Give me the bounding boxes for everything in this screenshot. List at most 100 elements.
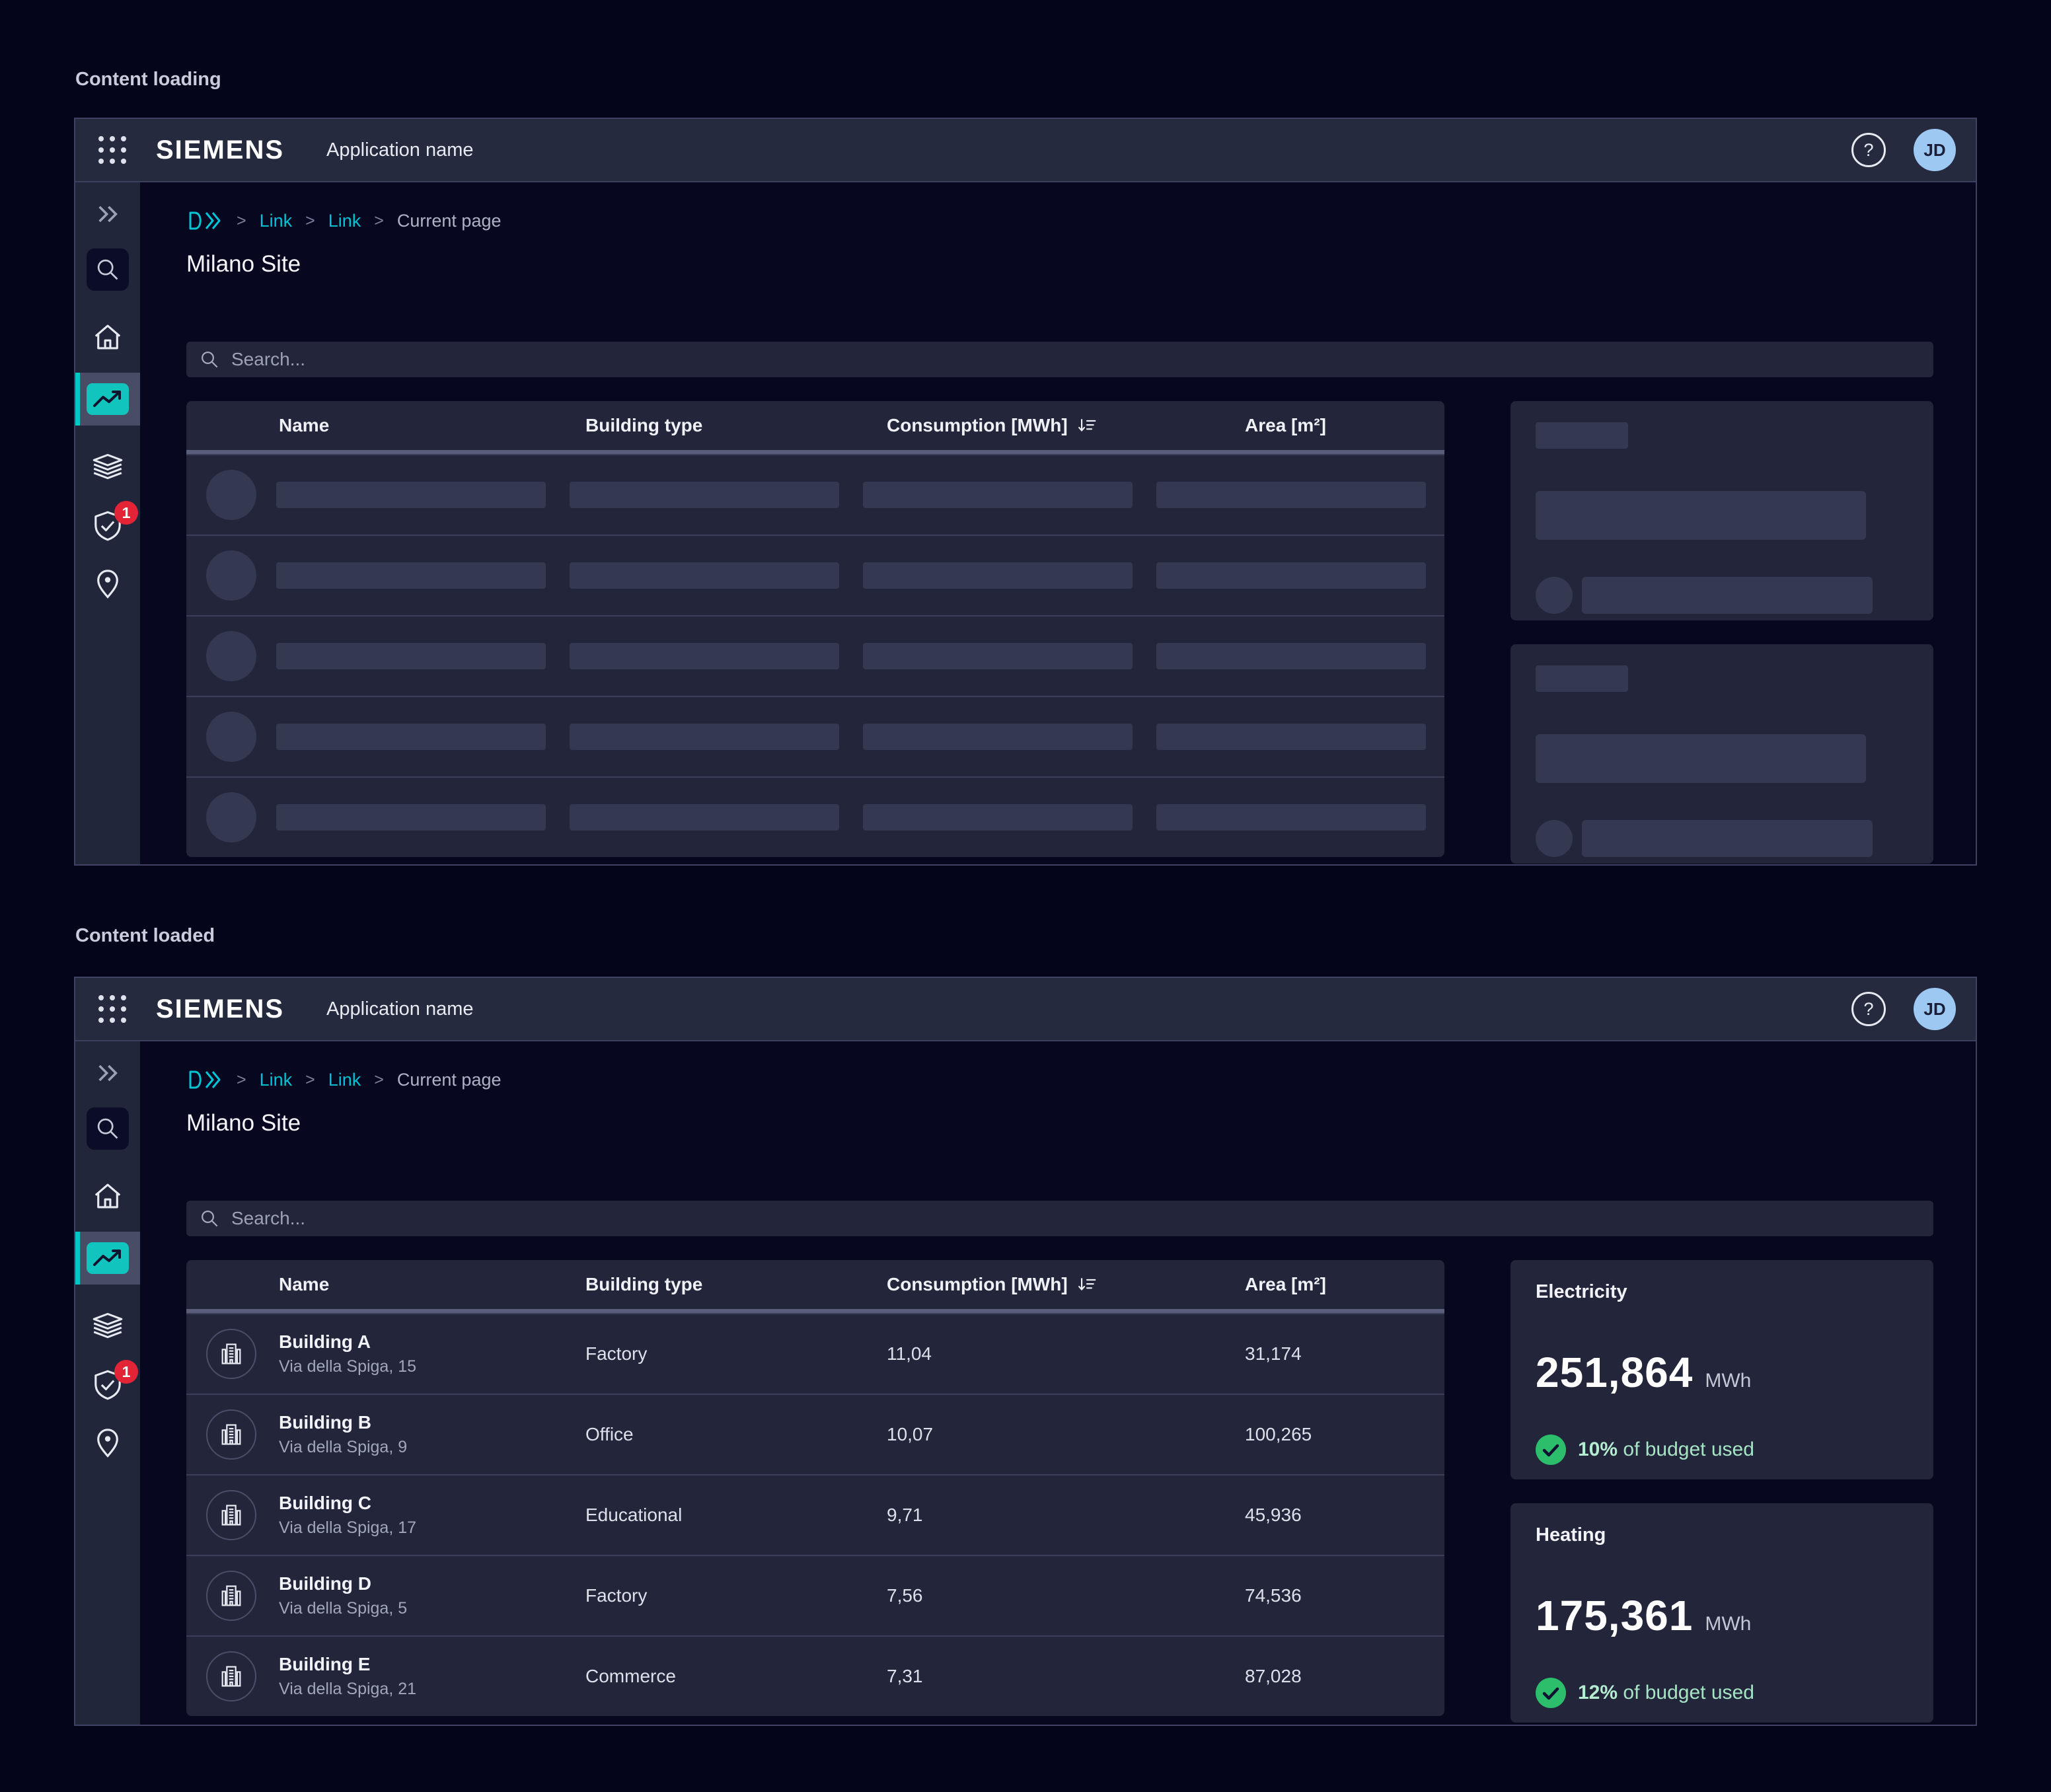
budget-status: 12% of budget used	[1578, 1682, 1754, 1704]
app-switcher-icon[interactable]	[98, 994, 127, 1024]
sidebar-item-analytics[interactable]	[75, 1232, 140, 1285]
sidebar: 1	[75, 182, 140, 864]
sidebar-item-search[interactable]	[87, 248, 129, 291]
electricity-value: 251,864	[1536, 1347, 1693, 1398]
notification-badge: 1	[114, 1360, 138, 1384]
building-name: Building D	[279, 1573, 585, 1594]
help-icon[interactable]: ?	[1851, 992, 1886, 1026]
section-label-loading: Content loading	[75, 69, 221, 91]
window-loading: SIEMENS Application name ? JD	[74, 118, 1977, 866]
building-name: Building A	[279, 1331, 585, 1353]
building-icon	[206, 1409, 256, 1460]
consumption-value: 11,04	[887, 1343, 1245, 1364]
building-type: Commerce	[585, 1666, 887, 1687]
consumption-value: 10,07	[887, 1424, 1245, 1445]
app-switcher-icon[interactable]	[98, 135, 127, 165]
building-address: Via della Spiga, 17	[279, 1518, 585, 1538]
breadcrumb-link[interactable]: Link	[260, 211, 293, 231]
sidebar-collapse-icon[interactable]	[93, 1059, 122, 1088]
breadcrumb-current: Current page	[397, 1070, 502, 1090]
building-type: Office	[585, 1424, 887, 1445]
table-header-row: Name Building type Consumption [MWh] Are…	[186, 401, 1444, 450]
buildings-table: Name Building type Consumption [MWh] Are…	[186, 1260, 1444, 1716]
sidebar-item-layers[interactable]	[91, 451, 125, 485]
skeleton-card	[1510, 401, 1933, 620]
sidebar-item-home[interactable]	[91, 1179, 125, 1213]
column-header-type: Building type	[585, 1274, 887, 1295]
building-type: Educational	[585, 1505, 887, 1526]
sidebar-item-analytics[interactable]	[75, 373, 140, 426]
search-input[interactable]	[230, 1207, 1920, 1230]
table-row[interactable]: Building DVia della Spiga, 5 Factory 7,5…	[186, 1555, 1444, 1635]
heating-card: Heating 175,361 MWh 12% of budget used	[1510, 1503, 1933, 1723]
skeleton-row	[186, 696, 1444, 776]
location-pin-icon	[91, 567, 125, 601]
area-value: 87,028	[1245, 1666, 1444, 1687]
breadcrumb-root-icon[interactable]	[186, 1068, 223, 1091]
electricity-card: Electricity 251,864 MWh 10% of budget us…	[1510, 1260, 1933, 1479]
building-icon	[206, 1571, 256, 1621]
table-row[interactable]: Building AVia della Spiga, 15 Factory 11…	[186, 1313, 1444, 1394]
area-value: 100,265	[1245, 1424, 1444, 1445]
heating-value: 175,361	[1536, 1590, 1693, 1641]
sidebar-item-search[interactable]	[87, 1107, 129, 1150]
breadcrumb-root-icon[interactable]	[186, 209, 223, 232]
consumption-value: 9,71	[887, 1505, 1245, 1526]
breadcrumb-link[interactable]: Link	[328, 211, 361, 231]
building-icon	[206, 1329, 256, 1379]
column-header-area: Area [m²]	[1245, 415, 1444, 436]
building-address: Via della Spiga, 5	[279, 1599, 585, 1618]
card-title: Electricity	[1536, 1281, 1908, 1305]
breadcrumb: > Link > Link > Current page	[186, 209, 1933, 233]
breadcrumb-link[interactable]: Link	[328, 1070, 361, 1090]
table-header-row: Name Building type Consumption [MWh] Are…	[186, 1260, 1444, 1309]
breadcrumb-separator: >	[237, 1070, 246, 1090]
budget-status: 10% of budget used	[1578, 1438, 1754, 1461]
sidebar-item-security[interactable]: 1	[91, 509, 125, 543]
notification-badge: 1	[114, 501, 138, 525]
column-header-consumption[interactable]: Consumption [MWh]	[887, 415, 1245, 436]
sidebar-item-locations[interactable]	[91, 567, 125, 601]
area-value: 45,936	[1245, 1505, 1444, 1526]
search-input[interactable]	[230, 348, 1920, 371]
sidebar-item-locations[interactable]	[91, 1426, 125, 1460]
building-icon	[206, 1490, 256, 1540]
search-icon	[94, 256, 121, 283]
breadcrumb-separator: >	[305, 1070, 315, 1090]
column-header-name: Name	[279, 415, 585, 436]
application-name: Application name	[326, 139, 473, 161]
sidebar-item-security[interactable]: 1	[91, 1368, 125, 1402]
search-bar	[186, 1201, 1933, 1236]
layers-icon	[91, 451, 125, 485]
help-icon[interactable]: ?	[1851, 133, 1886, 167]
column-header-consumption[interactable]: Consumption [MWh]	[887, 1274, 1245, 1295]
search-icon	[200, 350, 219, 369]
area-value: 31,174	[1245, 1343, 1444, 1364]
siemens-logo: SIEMENS	[156, 135, 284, 165]
breadcrumb-separator: >	[374, 1070, 384, 1090]
sidebar-item-home[interactable]	[91, 320, 125, 354]
search-icon	[200, 1209, 219, 1228]
main-content: > Link > Link > Current page Milano Site…	[140, 1041, 1976, 1725]
kpi-cards-loading	[1510, 401, 1933, 864]
building-address: Via della Spiga, 9	[279, 1438, 585, 1457]
sidebar-collapse-icon[interactable]	[93, 200, 122, 229]
active-indicator	[75, 1232, 80, 1285]
table-row[interactable]: Building CVia della Spiga, 17 Educationa…	[186, 1474, 1444, 1555]
skeleton-row	[186, 615, 1444, 696]
sidebar-item-layers[interactable]	[91, 1310, 125, 1344]
building-icon	[206, 1651, 256, 1701]
home-icon	[91, 320, 125, 354]
avatar[interactable]: JD	[1914, 988, 1956, 1030]
avatar[interactable]: JD	[1914, 129, 1956, 171]
breadcrumb-separator: >	[305, 211, 315, 231]
sidebar: 1	[75, 1041, 140, 1725]
breadcrumb-separator: >	[237, 211, 246, 231]
breadcrumb-link[interactable]: Link	[260, 1070, 293, 1090]
table-row[interactable]: Building EVia della Spiga, 21 Commerce 7…	[186, 1635, 1444, 1716]
skeleton-row	[186, 535, 1444, 615]
consumption-value: 7,31	[887, 1666, 1245, 1687]
table-row[interactable]: Building BVia della Spiga, 9 Office 10,0…	[186, 1394, 1444, 1474]
analytics-chart-icon	[87, 1242, 129, 1274]
section-label-loaded: Content loaded	[75, 925, 215, 947]
